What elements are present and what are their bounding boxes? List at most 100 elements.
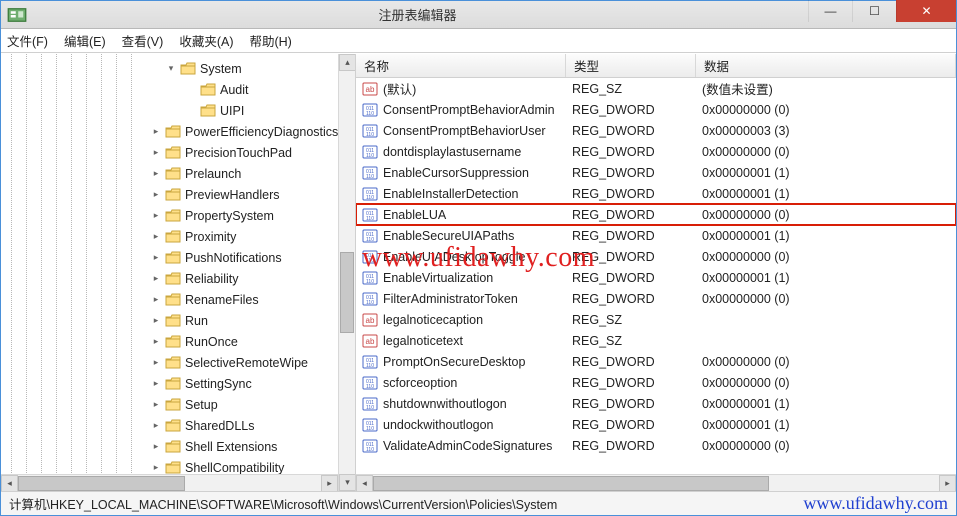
chevron-right-icon[interactable] — [150, 336, 162, 348]
tree-item[interactable]: Setup — [5, 394, 355, 415]
tree-item[interactable]: Audit — [5, 79, 355, 100]
chevron-right-icon[interactable] — [150, 252, 162, 264]
column-name[interactable]: 名称 — [356, 54, 566, 77]
chevron-right-icon[interactable] — [150, 420, 162, 432]
tree-item[interactable]: UIPI — [5, 100, 355, 121]
chevron-right-icon[interactable] — [150, 315, 162, 327]
list-row[interactable]: ab(默认)REG_SZ(数值未设置) — [356, 78, 956, 99]
value-type: REG_SZ — [566, 334, 696, 348]
chevron-down-icon[interactable] — [165, 63, 177, 75]
menu-view[interactable]: 查看(V) — [122, 31, 164, 50]
spacer — [185, 84, 197, 96]
list-row[interactable]: 011110ConsentPromptBehaviorUserREG_DWORD… — [356, 120, 956, 141]
list-row[interactable]: ablegalnoticetextREG_SZ — [356, 330, 956, 351]
chevron-right-icon[interactable] — [150, 357, 162, 369]
chevron-right-icon[interactable] — [150, 147, 162, 159]
regedit-window: 注册表编辑器 — ☐ ✕ 文件(F) 编辑(E) 查看(V) 收藏夹(A) 帮助… — [0, 0, 957, 516]
list-row[interactable]: ablegalnoticecaptionREG_SZ — [356, 309, 956, 330]
tree-item[interactable]: PreviewHandlers — [5, 184, 355, 205]
tree-item[interactable]: PropertySystem — [5, 205, 355, 226]
value-data: 0x00000001 (1) — [696, 271, 956, 285]
tree-item[interactable]: RenameFiles — [5, 289, 355, 310]
chevron-right-icon[interactable] — [150, 441, 162, 453]
menu-help[interactable]: 帮助(H) — [249, 31, 291, 50]
scroll-down-icon[interactable]: ▾ — [339, 474, 356, 491]
menu-favorites[interactable]: 收藏夹(A) — [179, 31, 233, 50]
svg-text:110: 110 — [366, 258, 374, 264]
tree-pane[interactable]: SystemAuditUIPI PowerEfficiencyDiagnostic… — [1, 54, 356, 491]
chevron-right-icon[interactable] — [150, 189, 162, 201]
scroll-left-icon[interactable]: ◂ — [356, 475, 373, 492]
scroll-right-icon[interactable]: ▸ — [321, 475, 338, 492]
list-row[interactable]: 011110ConsentPromptBehaviorAdminREG_DWOR… — [356, 99, 956, 120]
titlebar[interactable]: 注册表编辑器 — ☐ ✕ — [1, 1, 956, 29]
list-row[interactable]: 011110EnableInstallerDetectionREG_DWORD0… — [356, 183, 956, 204]
list-row[interactable]: 011110EnableSecureUIAPathsREG_DWORD0x000… — [356, 225, 956, 246]
chevron-right-icon[interactable] — [150, 462, 162, 474]
list-row[interactable]: 011110FilterAdministratorTokenREG_DWORD0… — [356, 288, 956, 309]
list-row[interactable]: 011110EnableVirtualizationREG_DWORD0x000… — [356, 267, 956, 288]
tree-item-label: Proximity — [185, 230, 236, 244]
list-row[interactable]: 011110ValidateAdminCodeSignaturesREG_DWO… — [356, 435, 956, 456]
list-body[interactable]: ab(默认)REG_SZ(数值未设置)011110ConsentPromptBe… — [356, 78, 956, 474]
menu-edit[interactable]: 编辑(E) — [64, 31, 106, 50]
tree-item[interactable]: Proximity — [5, 226, 355, 247]
value-name: scforceoption — [383, 376, 457, 390]
tree-item[interactable]: SettingSync — [5, 373, 355, 394]
list-pane[interactable]: 名称 类型 数据 ab(默认)REG_SZ(数值未设置)011110Consen… — [356, 54, 956, 491]
minimize-button[interactable]: — — [808, 0, 852, 22]
tree-item[interactable]: PowerEfficiencyDiagnostics — [5, 121, 355, 142]
list-row[interactable]: 011110EnableUIADesktopToggleREG_DWORD0x0… — [356, 246, 956, 267]
tree-item[interactable]: SelectiveRemoteWipe — [5, 352, 355, 373]
value-type: REG_DWORD — [566, 229, 696, 243]
tree-item[interactable]: RunOnce — [5, 331, 355, 352]
close-button[interactable]: ✕ — [896, 0, 956, 22]
chevron-right-icon[interactable] — [150, 294, 162, 306]
tree-item[interactable]: Reliability — [5, 268, 355, 289]
tree-item[interactable]: PushNotifications — [5, 247, 355, 268]
list-row[interactable]: 011110EnableCursorSuppressionREG_DWORD0x… — [356, 162, 956, 183]
column-type[interactable]: 类型 — [566, 54, 696, 77]
scroll-right-icon[interactable]: ▸ — [939, 475, 956, 492]
svg-text:110: 110 — [366, 111, 374, 117]
chevron-right-icon[interactable] — [150, 210, 162, 222]
list-header[interactable]: 名称 类型 数据 — [356, 54, 956, 78]
list-row[interactable]: 011110shutdownwithoutlogonREG_DWORD0x000… — [356, 393, 956, 414]
chevron-right-icon[interactable] — [150, 399, 162, 411]
chevron-right-icon[interactable] — [150, 378, 162, 390]
chevron-right-icon[interactable] — [150, 126, 162, 138]
value-type: REG_DWORD — [566, 439, 696, 453]
svg-text:110: 110 — [366, 153, 374, 159]
list-row[interactable]: 011110PromptOnSecureDesktopREG_DWORD0x00… — [356, 351, 956, 372]
scroll-up-icon[interactable]: ▴ — [339, 54, 356, 71]
column-data[interactable]: 数据 — [696, 54, 956, 77]
tree-item[interactable]: PrecisionTouchPad — [5, 142, 355, 163]
list-row[interactable]: 011110scforceoptionREG_DWORD0x00000000 (… — [356, 372, 956, 393]
tree-scrollbar-vertical[interactable]: ▴ ▾ — [338, 54, 355, 491]
tree-item[interactable]: Run — [5, 310, 355, 331]
menu-file[interactable]: 文件(F) — [7, 31, 48, 50]
tree-item-label: Run — [185, 314, 208, 328]
list-scrollbar-horizontal[interactable]: ◂ ▸ — [356, 474, 956, 491]
chevron-right-icon[interactable] — [150, 273, 162, 285]
list-row[interactable]: 011110EnableLUAREG_DWORD0x00000000 (0) — [356, 204, 956, 225]
value-name: EnableSecureUIAPaths — [383, 229, 514, 243]
folder-icon — [200, 104, 216, 118]
scroll-left-icon[interactable]: ◂ — [1, 475, 18, 492]
tree-item[interactable]: Prelaunch — [5, 163, 355, 184]
list-row[interactable]: 011110dontdisplaylastusernameREG_DWORD0x… — [356, 141, 956, 162]
chevron-right-icon[interactable] — [150, 168, 162, 180]
value-name: EnableUIADesktopToggle — [383, 250, 525, 264]
tree-scrollbar-horizontal[interactable]: ◂ ▸ — [1, 474, 338, 491]
chevron-right-icon[interactable] — [150, 231, 162, 243]
tree-item[interactable]: System — [5, 58, 355, 79]
tree-item[interactable]: Shell Extensions — [5, 436, 355, 457]
value-name: EnableCursorSuppression — [383, 166, 529, 180]
svg-text:110: 110 — [366, 363, 374, 369]
list-row[interactable]: 011110undockwithoutlogonREG_DWORD0x00000… — [356, 414, 956, 435]
tree-item[interactable]: SharedDLLs — [5, 415, 355, 436]
folder-icon — [165, 356, 181, 370]
maximize-button[interactable]: ☐ — [852, 0, 896, 22]
folder-icon — [165, 314, 181, 328]
tree-item-label: PowerEfficiencyDiagnostics — [185, 125, 338, 139]
